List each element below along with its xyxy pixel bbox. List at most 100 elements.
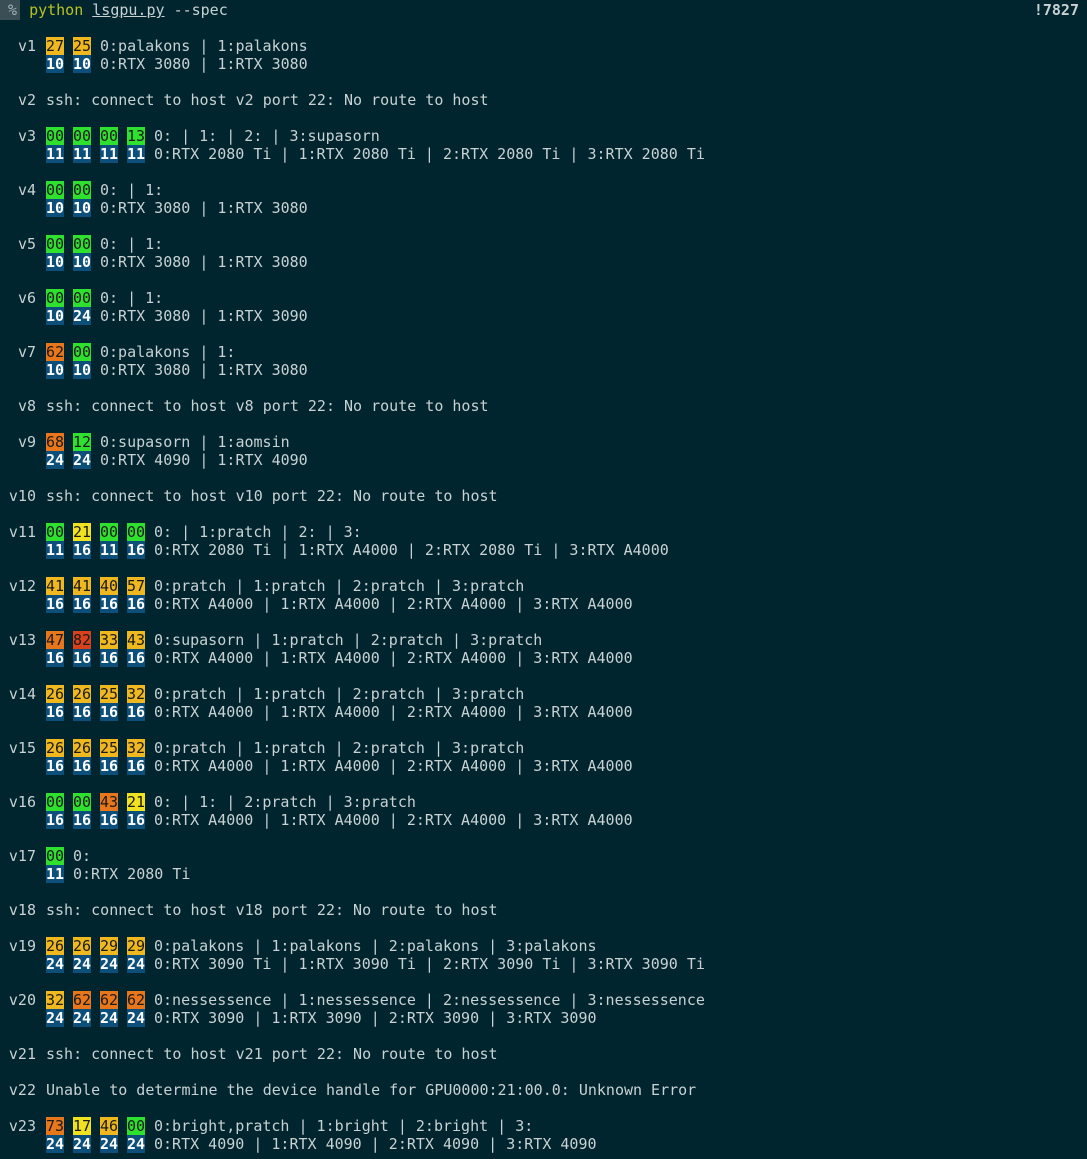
gpu-mem-badge: 16 bbox=[100, 595, 119, 613]
gpu-util-badge: 21 bbox=[73, 523, 92, 541]
host-name: v4 bbox=[17, 181, 36, 199]
gpu-models: 0:RTX A4000 | 1:RTX A4000 | 2:RTX A4000 … bbox=[154, 757, 633, 775]
host-message: ssh: connect to host v8 port 22: No rout… bbox=[46, 397, 489, 415]
gpu-models: 0:RTX A4000 | 1:RTX A4000 | 2:RTX A4000 … bbox=[154, 595, 633, 613]
gpu-users: 0:pratch | 1:pratch | 2:pratch | 3:pratc… bbox=[154, 739, 525, 757]
host-spec-line: 10 10 0:RTX 3080 | 1:RTX 3080 bbox=[0, 253, 1087, 271]
host-line: v20 32 62 62 62 0:nessessence | 1:nessessence… bbox=[0, 991, 1087, 1009]
gpu-mem-badge: 24 bbox=[127, 1135, 146, 1153]
gpu-mem-badge: 24 bbox=[73, 307, 92, 325]
host-line: v12 41 41 40 57 0:pratch | 1:pratch | 2:pratc… bbox=[0, 577, 1087, 595]
gpu-util-badge: 40 bbox=[100, 577, 119, 595]
host-line: v21 ssh: connect to host v21 port 22: No … bbox=[0, 1045, 1087, 1063]
gpu-users: 0:supasorn | 1:pratch | 2:pratch | 3:pra… bbox=[154, 631, 543, 649]
host-name: v9 bbox=[17, 433, 36, 451]
gpu-mem-badge: 16 bbox=[100, 811, 119, 829]
gpu-users: 0: bbox=[73, 847, 92, 865]
gpu-mem-badge: 24 bbox=[46, 1009, 65, 1027]
gpu-util-badge: 29 bbox=[127, 937, 146, 955]
terminal-window[interactable]: % python lsgpu.py --spec !7827 v1 27 25 0:pa… bbox=[0, 0, 1087, 1159]
host-line: v10 ssh: connect to host v10 port 22: No … bbox=[0, 487, 1087, 505]
gpu-util-badge: 26 bbox=[73, 739, 92, 757]
gpu-util-badge: 68 bbox=[46, 433, 65, 451]
gpu-mem-badge: 11 bbox=[46, 865, 65, 883]
gpu-users: 0: | 1: | 2: | 3:supasorn bbox=[154, 127, 380, 145]
gpu-mem-badge: 24 bbox=[46, 1135, 65, 1153]
gpu-mem-badge: 11 bbox=[46, 541, 65, 559]
gpu-mem-badge: 10 bbox=[46, 199, 65, 217]
gpu-util-badge: 21 bbox=[127, 793, 146, 811]
host-spec-line: 11 11 11 11 0:RTX 2080 Ti | 1:RTX 2080 Ti | … bbox=[0, 145, 1087, 163]
gpu-util-badge: 25 bbox=[73, 37, 92, 55]
host-name: v19 bbox=[8, 937, 36, 955]
gpu-models: 0:RTX 3080 | 1:RTX 3080 bbox=[100, 55, 308, 73]
gpu-util-badge: 29 bbox=[100, 937, 119, 955]
host-line: v15 26 26 25 32 0:pratch | 1:pratch | 2:pratc… bbox=[0, 739, 1087, 757]
gpu-mem-badge: 16 bbox=[73, 541, 92, 559]
host-line: v14 26 26 25 32 0:pratch | 1:pratch | 2:pratc… bbox=[0, 685, 1087, 703]
gpu-mem-badge: 16 bbox=[73, 811, 92, 829]
gpu-users: 0:supasorn | 1:aomsin bbox=[100, 433, 290, 451]
host-spec-line: 16 16 16 16 0:RTX A4000 | 1:RTX A4000 | 2:RT… bbox=[0, 811, 1087, 829]
host-line: v22 Unable to determine the device handle… bbox=[0, 1081, 1087, 1099]
gpu-util-badge: 00 bbox=[127, 1117, 146, 1135]
gpu-util-badge: 32 bbox=[46, 991, 65, 1009]
host-name: v10 bbox=[8, 487, 36, 505]
host-name: v15 bbox=[8, 739, 36, 757]
host-name: v6 bbox=[17, 289, 36, 307]
gpu-util-badge: 26 bbox=[46, 937, 65, 955]
command-name: python bbox=[29, 1, 84, 19]
gpu-util-badge: 27 bbox=[46, 37, 65, 55]
host-name: v16 bbox=[8, 793, 36, 811]
script-name: lsgpu.py bbox=[92, 1, 165, 19]
host-name: v23 bbox=[8, 1117, 36, 1135]
gpu-mem-badge: 24 bbox=[127, 955, 146, 973]
gpu-util-badge: 26 bbox=[46, 685, 65, 703]
host-spec-line: 24 24 24 24 0:RTX 3090 | 1:RTX 3090 | 2:RTX … bbox=[0, 1009, 1087, 1027]
gpu-users: 0:palakons | 1:palakons bbox=[100, 37, 308, 55]
gpu-mem-badge: 16 bbox=[127, 757, 146, 775]
host-spec-line: 10 24 0:RTX 3080 | 1:RTX 3090 bbox=[0, 307, 1087, 325]
gpu-mem-badge: 11 bbox=[100, 541, 119, 559]
host-name: v8 bbox=[17, 397, 36, 415]
host-message: Unable to determine the device handle fo… bbox=[46, 1081, 697, 1099]
gpu-mem-badge: 10 bbox=[46, 307, 65, 325]
gpu-users: 0:bright,pratch | 1:bright | 2:bright | … bbox=[154, 1117, 534, 1135]
host-spec-line: 24 24 24 24 0:RTX 3090 Ti | 1:RTX 3090 Ti | … bbox=[0, 955, 1087, 973]
gpu-mem-badge: 16 bbox=[73, 595, 92, 613]
command-prompt-line: % python lsgpu.py --spec !7827 bbox=[0, 0, 1087, 20]
host-line: v18 ssh: connect to host v18 port 22: No … bbox=[0, 901, 1087, 919]
gpu-util-badge: 26 bbox=[73, 937, 92, 955]
gpu-util-badge: 00 bbox=[46, 793, 65, 811]
gpu-util-badge: 00 bbox=[46, 523, 65, 541]
host-name: v11 bbox=[8, 523, 36, 541]
gpu-mem-badge: 16 bbox=[127, 703, 146, 721]
host-spec-line: 16 16 16 16 0:RTX A4000 | 1:RTX A4000 | 2:RT… bbox=[0, 649, 1087, 667]
host-name: v13 bbox=[8, 631, 36, 649]
gpu-mem-badge: 10 bbox=[73, 361, 92, 379]
gpu-models: 0:RTX A4000 | 1:RTX A4000 | 2:RTX A4000 … bbox=[154, 649, 633, 667]
host-spec-line: 11 16 11 16 0:RTX 2080 Ti | 1:RTX A4000 | 2:… bbox=[0, 541, 1087, 559]
gpu-mem-badge: 10 bbox=[46, 55, 65, 73]
gpu-mem-badge: 16 bbox=[127, 541, 146, 559]
gpu-mem-badge: 24 bbox=[100, 955, 119, 973]
host-spec-line: 16 16 16 16 0:RTX A4000 | 1:RTX A4000 | 2:RT… bbox=[0, 595, 1087, 613]
history-number: !7827 bbox=[1033, 1, 1079, 19]
gpu-mem-badge: 24 bbox=[46, 451, 65, 469]
gpu-mem-badge: 10 bbox=[46, 253, 65, 271]
gpu-util-badge: 47 bbox=[46, 631, 65, 649]
gpu-util-badge: 25 bbox=[100, 739, 119, 757]
command-args: --spec bbox=[173, 1, 228, 19]
host-name: v2 bbox=[17, 91, 36, 109]
gpu-util-badge: 62 bbox=[73, 991, 92, 1009]
gpu-util-badge: 33 bbox=[100, 631, 119, 649]
gpu-util-badge: 32 bbox=[127, 685, 146, 703]
gpu-mem-badge: 16 bbox=[127, 811, 146, 829]
gpu-models: 0:RTX 3090 Ti | 1:RTX 3090 Ti | 2:RTX 30… bbox=[154, 955, 705, 973]
gpu-util-badge: 43 bbox=[127, 631, 146, 649]
gpu-models: 0:RTX 2080 Ti bbox=[73, 865, 191, 883]
host-spec-line: 10 10 0:RTX 3080 | 1:RTX 3080 bbox=[0, 361, 1087, 379]
gpu-mem-badge: 24 bbox=[127, 1009, 146, 1027]
host-line: v6 00 00 0: | 1: bbox=[0, 289, 1087, 307]
gpu-mem-badge: 11 bbox=[100, 145, 119, 163]
